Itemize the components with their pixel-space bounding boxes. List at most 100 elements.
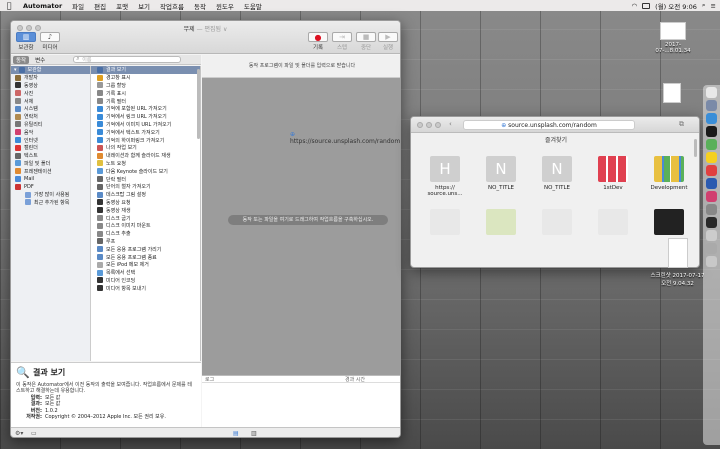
library-item[interactable]: 동영상: [11, 82, 90, 90]
search-input[interactable]: 이름: [73, 56, 182, 63]
safari-min-button[interactable]: [426, 122, 432, 128]
downloads-icon[interactable]: [706, 243, 717, 254]
menu-view[interactable]: 보기: [133, 1, 155, 11]
action-item[interactable]: 기억의 하이퍼링크 가져오기: [91, 136, 200, 144]
workflow-area[interactable]: 동작 프로그램이 파일 및 폴더를 입력으로 받습니다 ⊕ https://so…: [202, 55, 400, 375]
menu-workflow[interactable]: 작업흐름: [155, 1, 189, 11]
library-item[interactable]: PDF: [11, 183, 90, 191]
menu-edit[interactable]: 편집: [89, 1, 111, 11]
action-item[interactable]: 기억에 포함된 URL 가져오기: [91, 105, 200, 113]
library-item[interactable]: 연락처: [11, 113, 90, 121]
favorite-tile[interactable]: [430, 209, 460, 235]
tab-variables[interactable]: 변수: [32, 56, 48, 64]
trash-icon[interactable]: [706, 256, 717, 267]
library-item[interactable]: 가장 많이 사용됨: [11, 191, 90, 199]
safari-zoom-button[interactable]: [435, 122, 441, 128]
action-item[interactable]: 기억에서 텍스트 가져오기: [91, 128, 200, 136]
wifi-icon[interactable]: ◠: [631, 2, 637, 10]
action-item[interactable]: 나의 작업 보기: [91, 144, 200, 152]
word-icon[interactable]: [706, 178, 717, 189]
menu-action[interactable]: 동작: [189, 1, 211, 11]
library-item[interactable]: 사진: [11, 89, 90, 97]
address-bar[interactable]: ⊕ source.unsplash.com/random: [463, 120, 635, 130]
library-item[interactable]: 유틸리티: [11, 121, 90, 129]
action-item[interactable]: 단락 필터: [91, 175, 200, 183]
log-view-icon[interactable]: ▥: [251, 430, 257, 437]
library-item[interactable]: 개발자: [11, 74, 90, 82]
desktop-file-top[interactable]: 2017-07-...8.01.34: [648, 22, 698, 54]
menu-file[interactable]: 파일: [67, 1, 89, 11]
action-item[interactable]: 동영상 재생: [91, 206, 200, 214]
action-item[interactable]: 모든 응용 프로그램 가리기: [91, 245, 200, 253]
library-item[interactable]: 인터넷: [11, 136, 90, 144]
menu-help[interactable]: 도움말: [239, 1, 267, 11]
library-item[interactable]: 캘린더: [11, 144, 90, 152]
elapsed-column[interactable]: 경과 시간: [342, 376, 365, 383]
action-item[interactable]: 미디어 항목 보내기: [91, 284, 200, 292]
list-view-icon[interactable]: ▤: [233, 430, 239, 437]
action-item[interactable]: 노트 요청: [91, 160, 200, 168]
favorite-tile[interactable]: [486, 209, 516, 235]
favorite-tile[interactable]: Development: [647, 156, 691, 197]
menu-app[interactable]: Automator: [18, 2, 67, 10]
terminal-icon[interactable]: [706, 217, 717, 228]
action-item[interactable]: 모든 iPod 메모 제거: [91, 261, 200, 269]
favorite-tile[interactable]: Hhttps:// source.uns...: [423, 156, 467, 197]
library-button[interactable]: ▥ 보관함: [15, 32, 37, 51]
favorite-tile[interactable]: [598, 209, 628, 235]
action-item[interactable]: 다음 Keynote 슬라이드 보기: [91, 167, 200, 175]
disclosure-icon[interactable]: ▾: [14, 67, 17, 73]
finder-icon[interactable]: [706, 87, 717, 98]
library-item[interactable]: ▾ 보관함: [11, 66, 90, 74]
action-item[interactable]: 미디어 인코딩: [91, 277, 200, 285]
clock[interactable]: (월) 오전 9:06: [655, 1, 697, 11]
library-item[interactable]: Mail: [11, 175, 90, 183]
app-icon[interactable]: [706, 126, 717, 137]
library-item[interactable]: 텍스트: [11, 152, 90, 160]
action-item[interactable]: 기억에서 링크 URL 가져오기: [91, 113, 200, 121]
action-item[interactable]: 기록 표시: [91, 89, 200, 97]
favorite-tile[interactable]: N NO_TITLE: [479, 156, 523, 197]
library-item[interactable]: 프레젠테이션: [11, 167, 90, 175]
github-tile[interactable]: [654, 209, 684, 235]
log-column[interactable]: 로그: [202, 376, 342, 383]
library-item[interactable]: 음악: [11, 128, 90, 136]
desktop-file-thumb[interactable]: [663, 83, 683, 103]
collapse-icon[interactable]: ▭: [31, 430, 37, 437]
desktop-screenshot-file[interactable]: 스크린샷 2017-07-17 오전 9.04.32: [650, 238, 705, 287]
action-item[interactable]: 동영상 요청: [91, 199, 200, 207]
record-button[interactable]: ● 기록: [307, 32, 329, 51]
action-item[interactable]: 디스크 추출: [91, 230, 200, 238]
favorite-tile[interactable]: 1stDev: [591, 156, 635, 197]
safari-icon[interactable]: [706, 113, 717, 124]
library-item[interactable]: 서체: [11, 97, 90, 105]
launchpad-icon[interactable]: [706, 100, 717, 111]
menu-list-icon[interactable]: ≡: [711, 2, 716, 10]
action-item[interactable]: 데스크탑 그림 설정: [91, 191, 200, 199]
menu-window[interactable]: 윈도우: [211, 1, 239, 11]
calendar-icon[interactable]: [706, 165, 717, 176]
back-icon[interactable]: ‹: [449, 120, 452, 128]
action-item[interactable]: 루프: [91, 238, 200, 246]
preferences-icon[interactable]: [706, 204, 717, 215]
step-button[interactable]: ⇥ 스텝: [331, 32, 353, 51]
kakao-icon[interactable]: [706, 152, 717, 163]
favorite-tile[interactable]: N NO_TITLE: [535, 156, 579, 197]
action-item[interactable]: 그룹 할당: [91, 82, 200, 90]
action-item[interactable]: 내레이션과 함께 슬라이드 재생: [91, 152, 200, 160]
action-item[interactable]: 디스크 굽기: [91, 214, 200, 222]
tabs-icon[interactable]: ⧉: [679, 120, 684, 129]
messages-icon[interactable]: [706, 139, 717, 150]
action-item[interactable]: 기억에서 이미지 URL 가져오기: [91, 121, 200, 129]
apple-icon[interactable]: : [0, 1, 18, 10]
gear-icon[interactable]: ⚙▾: [15, 430, 23, 437]
action-item[interactable]: 모든 응용 프로그램 종료: [91, 253, 200, 261]
menu-format[interactable]: 포맷: [111, 1, 133, 11]
library-item[interactable]: 파일 및 폴더: [11, 160, 90, 168]
action-item[interactable]: 단어의 철자 가져오기: [91, 183, 200, 191]
action-item[interactable]: 디스크 이미지 마운트: [91, 222, 200, 230]
action-item[interactable]: 결과 보기: [91, 66, 200, 74]
action-item[interactable]: 목록에서 선택: [91, 269, 200, 277]
run-button[interactable]: ▶ 실행: [377, 32, 399, 51]
battery-icon[interactable]: [642, 2, 651, 9]
